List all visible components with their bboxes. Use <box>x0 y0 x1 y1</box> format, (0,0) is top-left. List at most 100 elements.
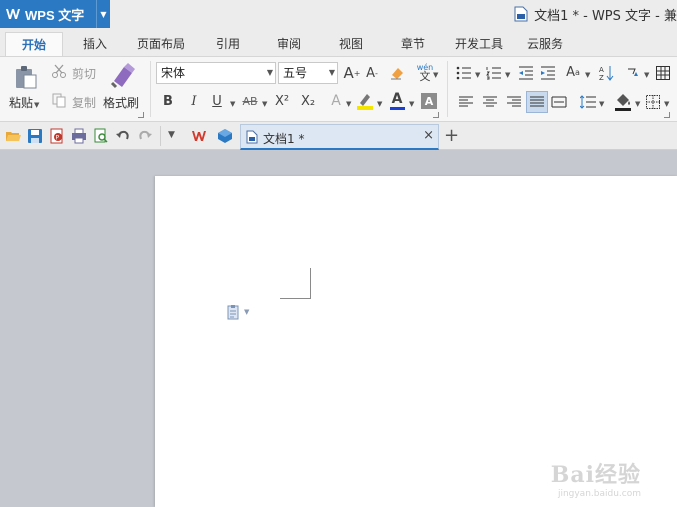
tab-references[interactable]: 引用 <box>205 32 251 56</box>
line-spacing-button[interactable] <box>580 94 596 110</box>
show-hide-marks-button[interactable] <box>625 65 641 81</box>
line-spacing-icon <box>580 95 596 109</box>
font-color-dropdown-icon[interactable]: ▼ <box>409 100 414 108</box>
text-margin-corner <box>280 268 311 299</box>
paste-options-button[interactable]: ▼ <box>227 304 249 320</box>
document-icon <box>514 6 528 22</box>
undo-icon[interactable] <box>115 128 131 144</box>
distributed-button[interactable] <box>551 94 567 110</box>
shading-dropdown-icon[interactable]: ▼ <box>635 100 640 108</box>
highlight-button[interactable] <box>356 91 374 111</box>
copy-icon[interactable] <box>51 92 67 108</box>
print-icon[interactable] <box>71 128 87 144</box>
close-tab-icon[interactable]: × <box>423 128 434 143</box>
tab-insert[interactable]: 插入 <box>72 32 118 56</box>
align-left-button[interactable] <box>458 94 474 110</box>
grow-font-button[interactable]: A + <box>344 64 361 82</box>
align-right-button[interactable] <box>506 94 522 110</box>
font-size-select[interactable]: 五号 ▼ <box>278 62 338 84</box>
copy-label[interactable]: 复制 <box>72 94 96 111</box>
window-title-text: 文档1 * - WPS 文字 - 兼 <box>534 8 677 24</box>
export-pdf-icon[interactable]: P <box>49 128 65 144</box>
line-spacing-dropdown-icon[interactable]: ▼ <box>599 100 604 108</box>
print-preview-icon[interactable] <box>93 128 109 144</box>
new-tab-button[interactable]: + <box>444 125 459 146</box>
change-case-button[interactable]: Aa <box>562 63 584 81</box>
underline-button[interactable]: U <box>209 92 225 110</box>
tab-section[interactable]: 章节 <box>390 32 436 56</box>
paste-button[interactable] <box>12 63 40 91</box>
align-center-button[interactable] <box>482 94 498 110</box>
cloud-doc-icon[interactable] <box>217 128 233 144</box>
tab-page-layout[interactable]: 页面布局 <box>132 32 190 56</box>
format-painter-button[interactable] <box>108 61 136 89</box>
svg-text:Z: Z <box>599 74 604 82</box>
borders-dropdown-icon[interactable]: ▼ <box>664 100 669 108</box>
app-menu-caret-icon[interactable]: ▼ <box>96 0 110 28</box>
text-effect-dropdown-icon[interactable]: ▼ <box>346 100 351 108</box>
underline-dropdown-icon[interactable]: ▼ <box>230 100 235 108</box>
font-color-button[interactable]: A <box>388 90 406 112</box>
customize-toolbar-caret-icon[interactable]: ▼ <box>168 130 175 140</box>
highlight-dropdown-icon[interactable]: ▼ <box>377 100 382 108</box>
shading-button[interactable] <box>614 92 632 112</box>
clipboard-dialog-launcher[interactable] <box>138 112 144 118</box>
indent-icon <box>541 66 555 80</box>
bold-button[interactable]: B <box>160 92 176 110</box>
sort-icon: AZ <box>599 66 614 82</box>
change-case-dropdown-icon[interactable]: ▼ <box>585 71 590 79</box>
tab-cloud-service[interactable]: 云服务 <box>522 32 568 56</box>
tab-home[interactable]: 开始 <box>5 32 63 56</box>
show-hide-dropdown-icon[interactable]: ▼ <box>644 71 649 79</box>
paste-icon <box>16 66 37 89</box>
window-title: 文档1 * - WPS 文字 - 兼 <box>514 0 677 28</box>
app-menu-button[interactable]: WPS 文字 ▼ <box>0 0 110 28</box>
bullets-button[interactable] <box>455 65 473 81</box>
save-icon[interactable] <box>27 128 43 144</box>
table-button[interactable] <box>655 65 671 81</box>
character-shading-button[interactable]: A <box>421 93 437 109</box>
italic-button[interactable]: I <box>186 92 202 110</box>
tab-view[interactable]: 视图 <box>328 32 374 56</box>
wps-home-icon[interactable] <box>191 128 207 144</box>
paste-label[interactable]: 粘贴▼ <box>9 94 39 111</box>
document-tab[interactable]: 文档1 * × <box>240 124 439 150</box>
open-folder-icon[interactable] <box>5 128 21 144</box>
cut-label[interactable]: 剪切 <box>72 65 96 82</box>
numbering-button[interactable] <box>485 65 503 81</box>
distribute-icon <box>551 96 567 108</box>
shrink-font-button[interactable]: A- <box>364 64 380 82</box>
redo-icon[interactable] <box>137 128 153 144</box>
justify-icon <box>530 96 544 107</box>
decrease-indent-button[interactable] <box>518 65 534 81</box>
font-family-select[interactable]: 宋体 ▼ <box>156 62 276 84</box>
increase-indent-button[interactable] <box>540 65 556 81</box>
strikethrough-dropdown-icon[interactable]: ▼ <box>262 100 267 108</box>
font-dialog-launcher[interactable] <box>433 112 439 118</box>
table-grid-icon <box>656 66 670 80</box>
paragraph-dialog-launcher[interactable] <box>664 112 670 118</box>
tab-developer[interactable]: 开发工具 <box>449 32 509 56</box>
paste-options-caret-icon[interactable]: ▼ <box>244 308 249 316</box>
ribbon-toolbar: 粘贴▼ 剪切 复制 格式刷 宋体 ▼ 五号 ▼ A + A- wén 文 ▼ B I … <box>0 56 677 122</box>
watermark: Bai经验 jingyan.baidu.com <box>551 457 641 499</box>
superscript-button[interactable]: X² <box>272 92 292 110</box>
format-painter-label[interactable]: 格式刷 <box>103 94 139 111</box>
subscript-button[interactable]: X₂ <box>298 92 318 110</box>
numbering-dropdown-icon[interactable]: ▼ <box>505 71 510 79</box>
justify-button[interactable] <box>526 91 548 113</box>
paste-options-icon <box>227 305 239 320</box>
tab-review[interactable]: 审阅 <box>266 32 312 56</box>
svg-text:A: A <box>599 66 604 74</box>
borders-button[interactable] <box>645 94 661 110</box>
document-tab-label: 文档1 * <box>263 132 305 146</box>
clear-format-button[interactable] <box>388 64 406 82</box>
bullets-dropdown-icon[interactable]: ▼ <box>475 71 480 79</box>
title-bar: WPS 文字 ▼ 文档1 * - WPS 文字 - 兼 <box>0 0 677 28</box>
pinyin-dropdown-icon[interactable]: ▼ <box>433 71 438 79</box>
strikethrough-button[interactable]: AB <box>240 92 260 110</box>
cut-icon[interactable] <box>51 63 67 79</box>
watermark-url: jingyan.baidu.com <box>557 489 641 499</box>
sort-button[interactable]: AZ <box>597 63 615 83</box>
text-effect-button[interactable]: A <box>328 92 344 110</box>
